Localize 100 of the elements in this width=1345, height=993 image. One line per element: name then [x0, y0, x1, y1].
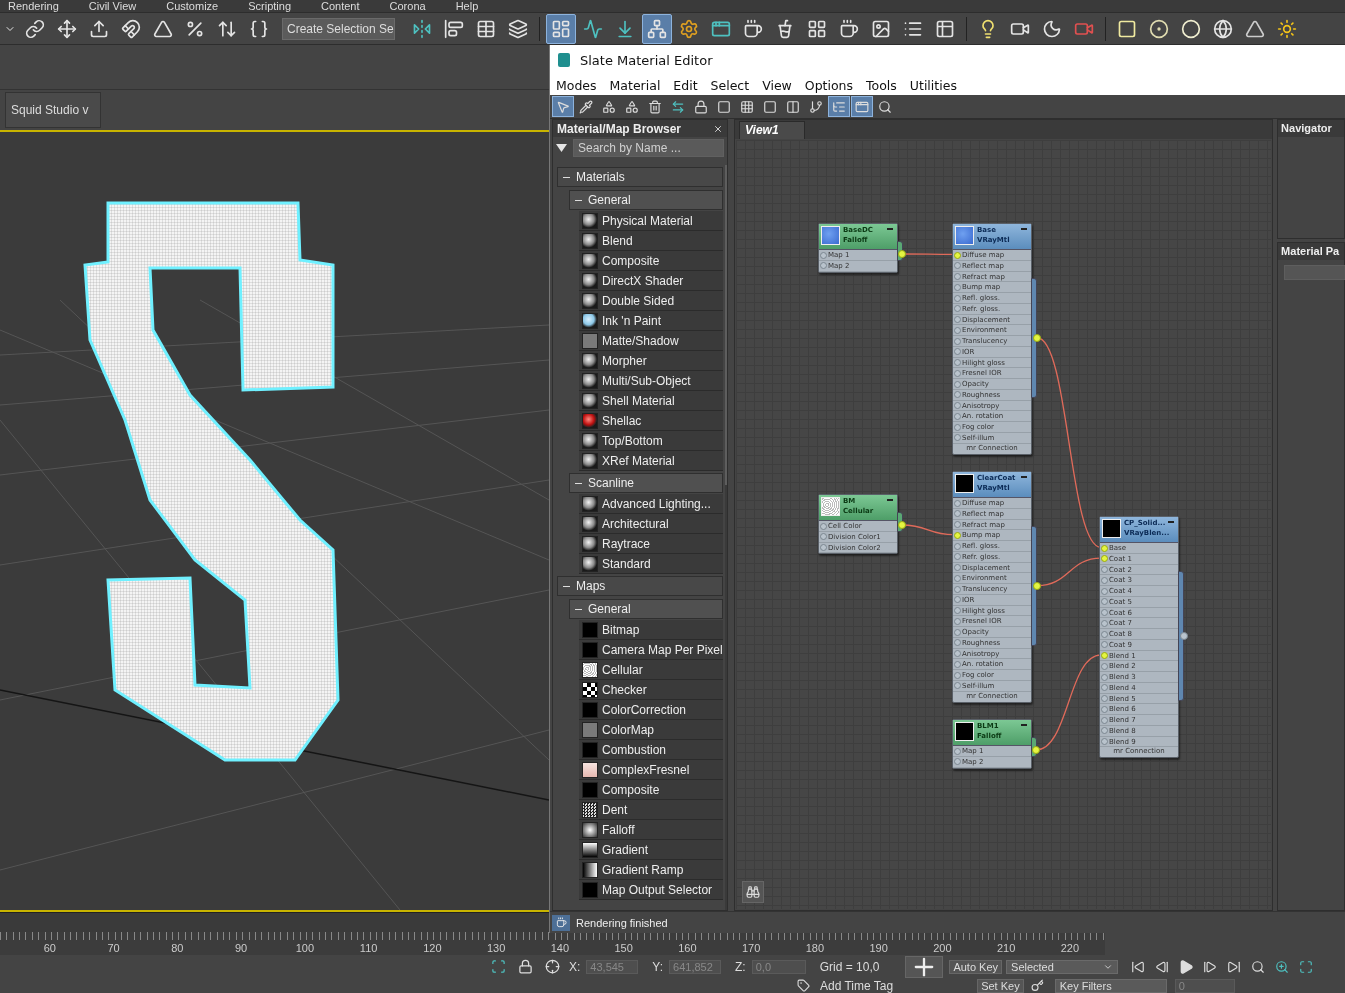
input-socket[interactable] [1101, 738, 1108, 745]
input-socket[interactable] [1101, 566, 1108, 573]
browser-item[interactable]: Standard [579, 554, 723, 574]
input-socket[interactable] [1101, 609, 1108, 616]
browser-item[interactable]: Architectural [579, 514, 723, 534]
selection-set-dropdown[interactable]: Create Selection Se [282, 17, 395, 40]
menu-item[interactable]: Modes [556, 77, 597, 93]
menu-item[interactable]: View [762, 77, 792, 93]
input-socket[interactable] [954, 262, 961, 270]
input-socket[interactable] [1101, 695, 1108, 702]
input-socket[interactable] [954, 585, 961, 593]
input-socket[interactable] [954, 251, 961, 259]
input-socket[interactable] [1101, 598, 1108, 606]
browser-item[interactable]: Shellac [579, 411, 723, 431]
key-filters-button[interactable]: Key Filters [1054, 978, 1167, 993]
browser-item[interactable]: Blend [579, 231, 723, 251]
input-socket[interactable] [954, 510, 961, 518]
group-header[interactable]: Scanline [569, 473, 723, 493]
triangle-icon[interactable] [556, 144, 567, 152]
input-socket[interactable] [954, 402, 961, 409]
timeline-ruler[interactable]: 60 70 80 90 100 110 120 130 140 150 160 170 180 190 200 210 220 [0, 932, 1105, 955]
input-socket[interactable] [954, 747, 961, 755]
input-socket[interactable] [954, 521, 961, 528]
browser-item[interactable]: DirectX Shader [579, 271, 723, 291]
input-socket[interactable] [1101, 727, 1108, 735]
input-socket[interactable] [954, 380, 961, 388]
browser-item[interactable]: Matte/Shadow [579, 331, 723, 351]
input-socket[interactable] [954, 758, 961, 766]
output-socket[interactable] [1033, 581, 1041, 590]
browser-item[interactable]: Top/Bottom [579, 431, 723, 451]
input-socket[interactable] [1101, 555, 1108, 563]
input-socket[interactable] [954, 617, 961, 625]
input-socket[interactable] [954, 294, 961, 302]
input-socket[interactable] [1101, 716, 1108, 724]
browser-item[interactable]: Ink 'n Paint [579, 311, 723, 331]
menu-item[interactable]: Tools [866, 77, 897, 93]
browser-item[interactable]: Checker [579, 680, 723, 700]
input-socket[interactable] [954, 337, 961, 345]
input-socket[interactable] [1101, 673, 1108, 681]
menu-item[interactable]: Edit [673, 77, 698, 93]
view-tab[interactable]: View1 [739, 121, 805, 139]
input-socket[interactable] [820, 544, 827, 551]
browser-item[interactable]: Camera Map Per Pixel [579, 640, 723, 660]
browser-item[interactable]: Raytrace [579, 534, 723, 554]
menu-item[interactable]: Content [321, 0, 360, 12]
browser-item[interactable]: Falloff [579, 820, 723, 840]
input-socket[interactable] [954, 316, 961, 323]
input-socket[interactable] [954, 434, 961, 442]
input-socket[interactable] [954, 628, 961, 636]
input-socket[interactable] [954, 574, 961, 582]
browser-item[interactable]: ColorCorrection [579, 700, 723, 720]
output-socket[interactable] [1180, 632, 1188, 641]
group-header[interactable]: General [569, 599, 723, 619]
browser-item[interactable]: XRef Material [579, 451, 723, 471]
browser-item[interactable]: Cellular [579, 660, 723, 680]
input-socket[interactable] [1101, 705, 1108, 713]
menu-item[interactable]: Customize [166, 0, 219, 12]
browser-item[interactable]: Map Output Selector [579, 880, 723, 900]
category-header[interactable]: Maps [557, 576, 723, 596]
browser-item[interactable]: Bitmap [579, 620, 723, 640]
material-node[interactable] [952, 223, 1032, 455]
input-socket[interactable] [954, 564, 961, 571]
search-field[interactable]: Search by Name ... [573, 139, 724, 157]
output-socket[interactable] [1033, 333, 1041, 342]
browser-item[interactable]: Shell Material [579, 391, 723, 411]
menu-item[interactable]: Corona [389, 0, 426, 12]
panels-icon[interactable] [546, 13, 576, 44]
input-socket[interactable] [1101, 641, 1108, 649]
add-key-button[interactable] [905, 955, 944, 978]
parameter-field[interactable] [1284, 265, 1345, 280]
set-key-button[interactable]: Set Key [977, 978, 1024, 993]
auto-key-button[interactable]: Auto Key [949, 959, 1003, 974]
input-socket[interactable] [954, 359, 961, 366]
network-icon[interactable] [642, 13, 672, 44]
input-socket[interactable] [954, 607, 961, 614]
browser-item[interactable]: Morpher [579, 351, 723, 371]
browser-item[interactable]: ColorMap [579, 720, 723, 740]
input-socket[interactable] [954, 391, 961, 399]
binoculars-icon[interactable] [742, 881, 764, 903]
browser-item[interactable]: Physical Material [579, 211, 723, 231]
input-socket[interactable] [954, 650, 961, 657]
input-socket[interactable] [954, 423, 961, 431]
input-socket[interactable] [954, 273, 961, 280]
key-mode-dropdown[interactable]: Selected [1006, 959, 1119, 974]
menu-item[interactable]: Rendering [8, 0, 59, 12]
input-socket[interactable] [1101, 630, 1108, 638]
menu-item[interactable]: Utilities [909, 77, 957, 93]
input-socket[interactable] [954, 682, 961, 690]
menu-item[interactable]: Material [609, 77, 661, 93]
browser-item[interactable]: Combustion [579, 740, 723, 760]
output-socket[interactable] [898, 250, 906, 258]
input-socket[interactable] [820, 533, 827, 541]
pointer-icon[interactable] [552, 96, 574, 117]
material-node[interactable] [952, 471, 1032, 703]
input-socket[interactable] [954, 671, 961, 679]
category-header[interactable]: Materials [557, 167, 723, 187]
time-tag-label[interactable]: Add Time Tag [820, 978, 894, 993]
input-socket[interactable] [820, 262, 827, 270]
browser-item[interactable]: Double Sided [579, 291, 723, 311]
browser-item[interactable]: Dent [579, 800, 723, 820]
